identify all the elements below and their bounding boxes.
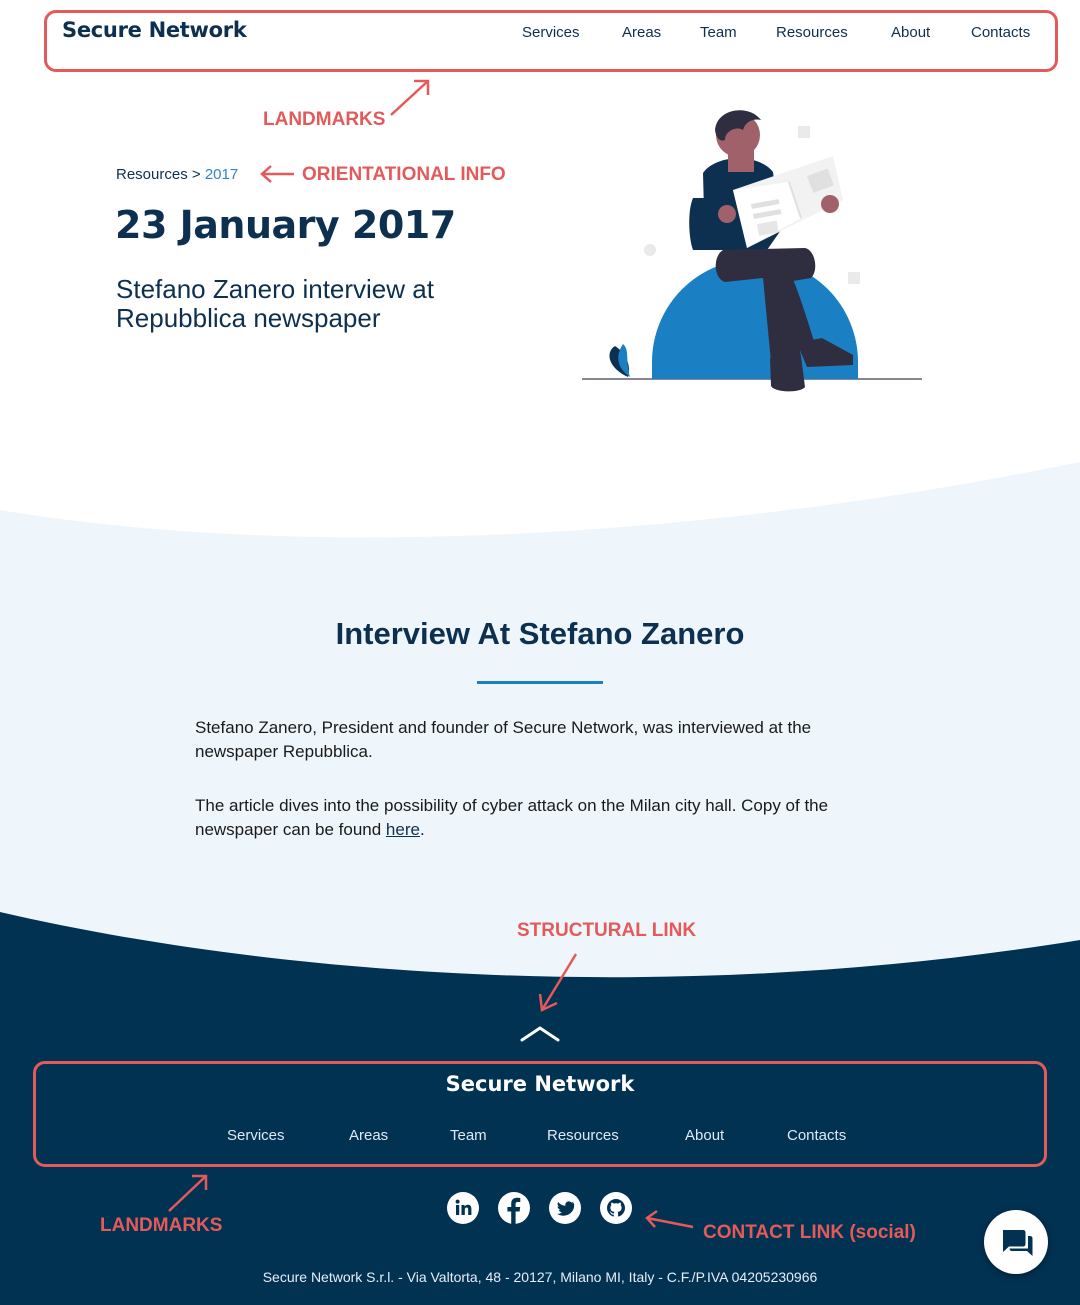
annotation-arrow-landmarks-bottom	[168, 1174, 208, 1212]
annotation-label-landmarks-bottom: LANDMARKS	[100, 1215, 223, 1236]
back-to-top-chevron-icon[interactable]	[519, 1022, 561, 1044]
annotation-label-contact: CONTACT LINK (social)	[703, 1222, 916, 1243]
site-header: Secure Network Services Areas Team Resou…	[0, 0, 1080, 70]
annotation-label-orientational: ORIENTATIONAL INFO	[302, 164, 506, 185]
site-logo[interactable]: Secure Network	[62, 18, 247, 42]
article-paragraph-2-text: The article dives into the possibility o…	[195, 796, 829, 839]
annotation-arrow-orientational	[260, 165, 294, 183]
nav-about[interactable]: About	[891, 24, 930, 41]
person-reading-illustration	[582, 110, 922, 392]
breadcrumb-separator: >	[191, 166, 201, 183]
breadcrumb: Resources > 2017	[116, 166, 238, 183]
footer-nav-contacts[interactable]: Contacts	[787, 1127, 846, 1144]
nav-contacts[interactable]: Contacts	[971, 24, 1030, 41]
nav-areas[interactable]: Areas	[622, 24, 661, 41]
heading-divider	[477, 681, 603, 684]
page-title-date: 23 January 2017	[115, 203, 456, 247]
annotation-arrow-landmarks-top	[390, 79, 430, 116]
twitter-icon[interactable]	[549, 1192, 581, 1224]
nav-team[interactable]: Team	[700, 24, 737, 41]
article-heading: Interview At Stefano Zanero	[335, 616, 745, 651]
breadcrumb-link-resources[interactable]: Resources	[116, 166, 188, 183]
linkedin-icon[interactable]	[447, 1192, 479, 1224]
nav-resources[interactable]: Resources	[776, 24, 848, 41]
footer-nav-team[interactable]: Team	[450, 1127, 487, 1144]
footer-nav-services[interactable]: Services	[227, 1127, 285, 1144]
article-paragraph-2: The article dives into the possibility o…	[195, 794, 885, 842]
chat-button[interactable]	[984, 1210, 1048, 1274]
footer-nav-resources[interactable]: Resources	[547, 1127, 619, 1144]
footer-nav-about[interactable]: About	[685, 1127, 724, 1144]
article-paragraph-2-end: .	[419, 820, 425, 839]
nav-services[interactable]: Services	[522, 24, 580, 41]
annotation-arrow-structural	[538, 953, 578, 1012]
facebook-icon[interactable]	[498, 1192, 530, 1224]
annotation-label-structural: STRUCTURAL LINK	[517, 920, 697, 941]
article-link-here[interactable]: here	[386, 820, 420, 839]
github-icon[interactable]	[600, 1192, 632, 1224]
article-paragraph-1: Stefano Zanero, President and founder of…	[195, 718, 812, 761]
annotation-arrow-contact	[645, 1209, 694, 1229]
article-body: Stefano Zanero, President and founder of…	[195, 716, 885, 872]
chat-bubble-icon	[1003, 1230, 1033, 1256]
company-address: Secure Network S.r.l. - Via Valtorta, 48…	[262, 1269, 818, 1285]
annotation-label-landmarks-top: LANDMARKS	[263, 109, 386, 130]
breadcrumb-current: 2017	[204, 166, 239, 183]
footer-logo[interactable]: Secure Network	[0, 1072, 1080, 1096]
footer-nav-areas[interactable]: Areas	[349, 1127, 388, 1144]
page-subtitle: Stefano Zanero interview at Repubblica n…	[116, 274, 434, 333]
